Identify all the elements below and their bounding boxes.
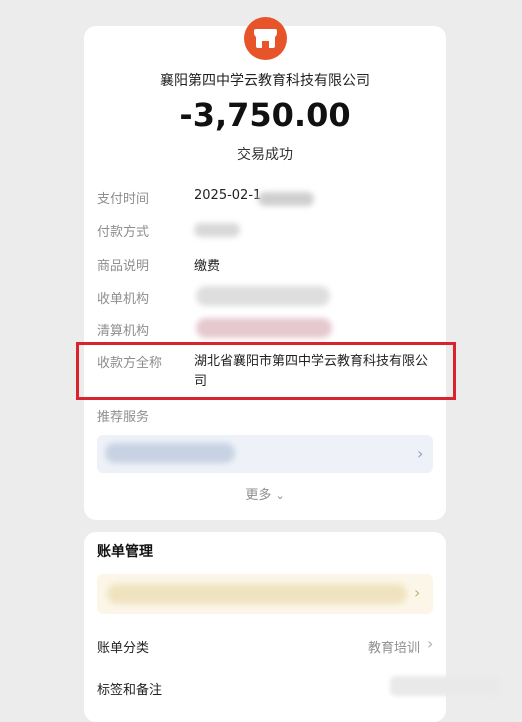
pay-time-value: 2025-02-1 bbox=[194, 188, 262, 203]
pay-time-redaction bbox=[258, 192, 314, 206]
bill-management-title: 账单管理 bbox=[97, 544, 153, 560]
bill-banner[interactable] bbox=[97, 574, 433, 614]
pay-method-label: 付款方式 bbox=[97, 225, 150, 240]
chevron-right-icon[interactable]: › bbox=[427, 634, 433, 653]
item-desc-value: 缴费 bbox=[194, 259, 221, 274]
watermark bbox=[390, 676, 500, 696]
more-label: 更多 bbox=[245, 488, 272, 503]
bill-category-label: 账单分类 bbox=[97, 641, 150, 656]
clearing-redaction bbox=[196, 318, 332, 338]
payee-full-name-label: 收款方全称 bbox=[97, 356, 163, 371]
acquirer-label: 收单机构 bbox=[97, 292, 150, 307]
payee-full-name-value: 湖北省襄阳市第四中学云教育科技有限公司 bbox=[194, 354, 429, 389]
pay-time-label: 支付时间 bbox=[97, 192, 150, 207]
tags-and-notes-label[interactable]: 标签和备注 bbox=[97, 679, 162, 698]
recommended-label: 推荐服务 bbox=[97, 410, 150, 425]
more-button[interactable]: 更多 ⌄ bbox=[84, 484, 446, 503]
acquirer-redaction bbox=[196, 286, 330, 306]
bill-category-value[interactable]: 教育培训 bbox=[368, 637, 420, 656]
transaction-amount: -3,750.00 bbox=[179, 96, 351, 134]
item-desc-label: 商品说明 bbox=[97, 259, 150, 274]
pay-method-redaction bbox=[194, 223, 240, 237]
recommended-service-banner[interactable] bbox=[97, 435, 433, 473]
chevron-right-icon[interactable]: › bbox=[417, 444, 423, 463]
chevron-right-icon[interactable]: › bbox=[414, 583, 420, 602]
chevron-down-icon: ⌄ bbox=[275, 489, 285, 502]
clearing-label: 清算机构 bbox=[97, 324, 150, 339]
shop-icon bbox=[244, 17, 287, 60]
merchant-name: 襄阳第四中学云教育科技有限公司 bbox=[160, 73, 370, 89]
transaction-status: 交易成功 bbox=[237, 147, 293, 163]
